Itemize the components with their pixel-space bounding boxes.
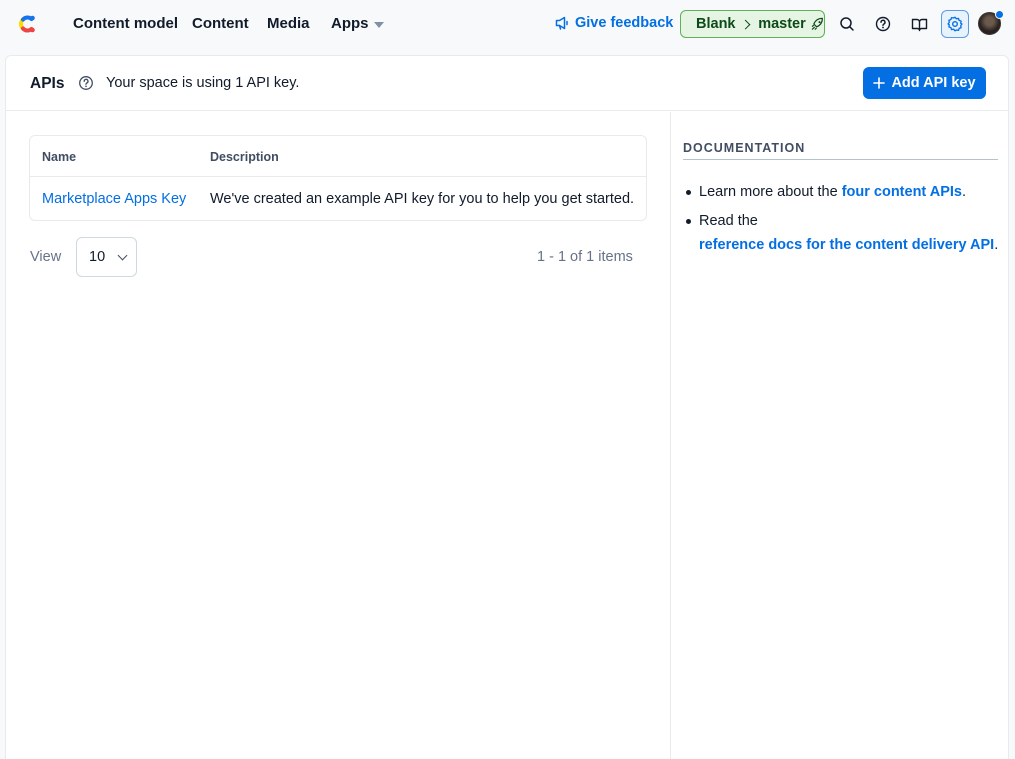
give-feedback-link[interactable]: Give feedback (555, 15, 673, 31)
doc-item-1-prefix: Learn more about the (699, 184, 838, 200)
doc-item-1-suffix: . (962, 184, 967, 200)
doc-item-reference-docs: Read the reference docs for the content d… (683, 209, 1003, 257)
documentation-sidebar: DOCUMENTATION Learn more about the four … (670, 112, 1008, 759)
nav-apps-label: Apps (331, 15, 369, 32)
page-size-select[interactable]: 10 (76, 237, 137, 277)
env-space-label: Blank (696, 16, 736, 32)
page-title: APIs (30, 75, 65, 92)
give-feedback-label: Give feedback (575, 15, 674, 31)
plus-icon (873, 77, 886, 89)
api-key-description: We've created an example API key for you… (210, 191, 635, 207)
chevron-right-icon (740, 19, 750, 29)
book-open-icon (911, 18, 927, 31)
column-header-description: Description (210, 150, 279, 164)
notification-dot (995, 10, 1004, 19)
doc-item-2-prefix: Read the (699, 213, 758, 229)
nav-media-label: Media (267, 15, 310, 32)
question-circle-icon (875, 16, 891, 32)
documentation-list: Learn more about the four content APIs. … (683, 180, 1003, 262)
env-name-label: master (758, 16, 806, 32)
nav-content-label: Content (192, 15, 249, 32)
nav-content[interactable]: Content (192, 15, 249, 32)
doc-item-content-apis: Learn more about the four content APIs. (683, 180, 1003, 204)
chevron-down-icon (117, 250, 128, 260)
column-header-name: Name (42, 150, 77, 164)
pagination-summary: 1 - 1 of 1 items (537, 249, 633, 265)
api-usage-text: Your space is using 1 API key. (106, 75, 300, 91)
contentful-logo-icon[interactable] (14, 11, 40, 37)
view-label: View (30, 249, 62, 265)
docs-button[interactable] (907, 12, 931, 36)
reference-docs-link[interactable]: reference docs for the content delivery … (699, 237, 994, 253)
api-keys-table: Name Description Marketplace Apps Key We… (29, 135, 647, 221)
caret-down-icon (373, 21, 384, 28)
add-api-key-button[interactable]: Add API key (863, 67, 986, 99)
settings-button[interactable] (941, 10, 969, 38)
search-icon (840, 17, 854, 31)
environment-switcher[interactable]: Blank master (680, 10, 825, 38)
add-api-key-label: Add API key (891, 75, 976, 91)
nav-media[interactable]: Media (267, 15, 310, 32)
search-button[interactable] (835, 12, 859, 36)
nav-apps[interactable]: Apps (331, 15, 384, 32)
api-keys-section: Name Description Marketplace Apps Key We… (6, 112, 670, 759)
help-button[interactable] (871, 12, 895, 36)
four-content-apis-link[interactable]: four content APIs (842, 184, 962, 200)
api-key-name-link[interactable]: Marketplace Apps Key (42, 191, 186, 207)
gear-icon (947, 16, 963, 32)
main-panel: APIs Your space is using 1 API key. Add … (5, 55, 1009, 759)
page-size-value: 10 (89, 249, 106, 265)
table-divider (30, 176, 646, 177)
rocket-icon (811, 17, 823, 30)
doc-item-2-suffix: . (994, 237, 999, 253)
megaphone-icon (555, 16, 568, 30)
question-circle-icon[interactable] (78, 75, 94, 91)
nav-content-model-label: Content model (73, 15, 178, 32)
nav-content-model[interactable]: Content model (73, 15, 178, 32)
documentation-title: DOCUMENTATION (683, 141, 998, 160)
page-header: APIs Your space is using 1 API key. Add … (6, 56, 1008, 111)
top-nav: Content model Content Media Apps Give fe… (0, 0, 1015, 48)
